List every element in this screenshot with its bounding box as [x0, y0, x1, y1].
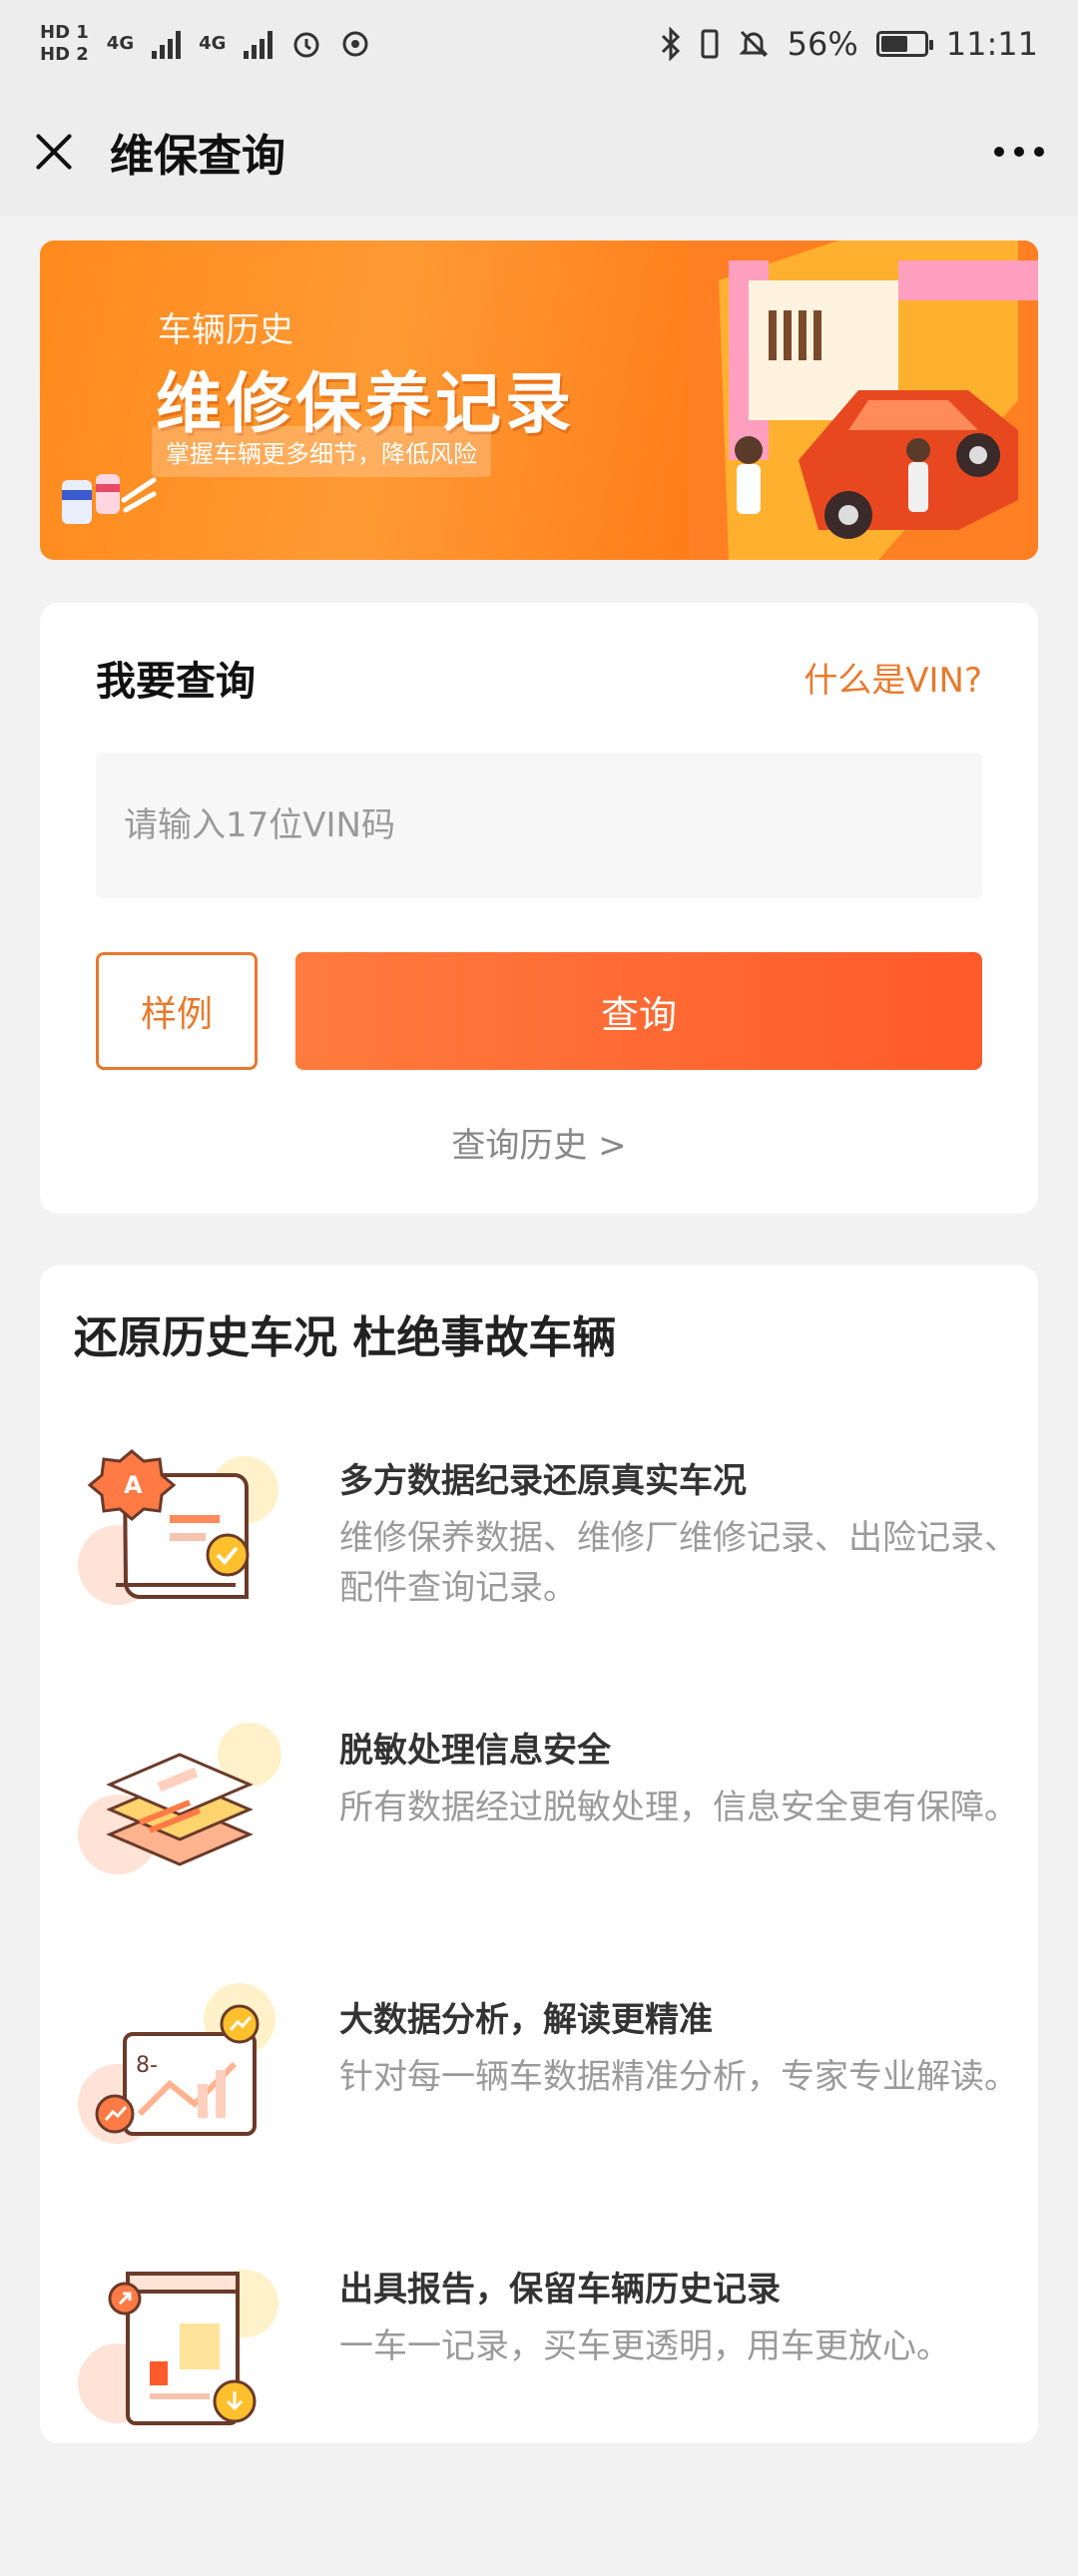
- what-is-vin-link[interactable]: 什么是VIN?: [804, 653, 982, 702]
- hd-indicator: HD 1 HD 2: [40, 24, 89, 64]
- weibo-icon: [342, 31, 368, 57]
- alarm-icon: [293, 32, 319, 58]
- status-bar: HD 1 HD 2 4G 4G 56% 11:11: [0, 0, 1078, 88]
- hd2-label: HD 2: [40, 44, 89, 65]
- svg-text:8-: 8-: [136, 2053, 158, 2078]
- feature-title: 出具报告，保留车辆历史记录: [339, 2270, 781, 2310]
- layers-icon: [78, 1723, 281, 1874]
- status-right: 56% 11:11: [660, 25, 1038, 63]
- page-title: 维保查询: [110, 131, 285, 182]
- feature-item: A 多方数据纪录还原真实车况 维修保养数据、维修厂维修记录、出险记录、配件查询记…: [40, 1435, 1038, 1675]
- banner-tagline: 掌握车辆更多细节，降低风险: [152, 426, 491, 477]
- network-type-1: 4G: [106, 33, 135, 54]
- status-left: HD 1 HD 2 4G 4G: [40, 24, 370, 64]
- feature-description: 一车一记录，买车更透明，用车更放心。: [339, 2326, 950, 2366]
- feature-title: 大数据分析，解读更精准: [339, 2000, 713, 2040]
- features-heading: 还原历史车况 杜绝事故车辆: [74, 1312, 617, 1363]
- vin-input[interactable]: [96, 753, 982, 898]
- svg-text:A: A: [124, 1471, 143, 1499]
- nav-bar: 维保查询: [0, 88, 1078, 216]
- promo-banner[interactable]: 车辆历史 维修保养记录 掌握车辆更多细节，降低风险: [40, 241, 1038, 560]
- banner-subtitle: 车辆历史: [158, 310, 293, 350]
- query-card: 我要查询 什么是VIN? 样例 查询 查询历史 >: [40, 603, 1038, 1214]
- battery-icon: [875, 31, 933, 57]
- feature-description: 所有数据经过脱敏处理，信息安全更有保障。: [339, 1788, 1018, 1827]
- bluetooth-icon: [661, 27, 680, 61]
- signal-icon: [244, 29, 273, 59]
- clock: 11:11: [945, 25, 1038, 63]
- vibrate-icon: [701, 29, 719, 59]
- query-button[interactable]: 查询: [295, 952, 982, 1070]
- feature-item: 8- 大数据分析，解读更精准 针对每一辆车数据精准分析，专家专业解读。: [40, 1974, 1038, 2214]
- battery-percent: 56%: [787, 25, 858, 63]
- more-options-icon[interactable]: [994, 147, 1044, 157]
- sample-button[interactable]: 样例: [96, 952, 258, 1070]
- network-type-2: 4G: [199, 33, 227, 54]
- battery-level: [880, 36, 907, 52]
- mute-bell-icon: [739, 30, 769, 58]
- feature-item: 出具报告，保留车辆历史记录 一车一记录，买车更透明，用车更放心。: [40, 2244, 1038, 2483]
- feature-description: 针对每一辆车数据精准分析，专家专业解读。: [339, 2057, 1018, 2097]
- feature-title: 多方数据纪录还原真实车况: [339, 1461, 747, 1501]
- cans-illustration: [62, 474, 157, 524]
- car-repair-illustration: [689, 241, 1038, 560]
- query-history-link[interactable]: 查询历史 >: [40, 1118, 1038, 1167]
- report-download-icon: [78, 2270, 278, 2425]
- features-card: 还原历史车况 杜绝事故车辆 A 多方数据纪录还原真实车况 维修保养数据、维修厂维…: [40, 1266, 1038, 2443]
- feature-description: 维修保养数据、维修厂维修记录、出险记录、配件查询记录。: [339, 1518, 1018, 1608]
- signal-icon: [152, 29, 182, 59]
- query-title: 我要查询: [96, 659, 256, 705]
- hd1-label: HD 1: [40, 22, 89, 43]
- chart-analysis-icon: 8-: [78, 1983, 275, 2144]
- feature-title: 脱敏处理信息安全: [339, 1731, 611, 1771]
- feature-item: 脱敏处理信息安全 所有数据经过脱敏处理，信息安全更有保障。: [40, 1705, 1038, 1944]
- close-icon[interactable]: [34, 132, 74, 172]
- document-badge-icon: A: [78, 1449, 278, 1605]
